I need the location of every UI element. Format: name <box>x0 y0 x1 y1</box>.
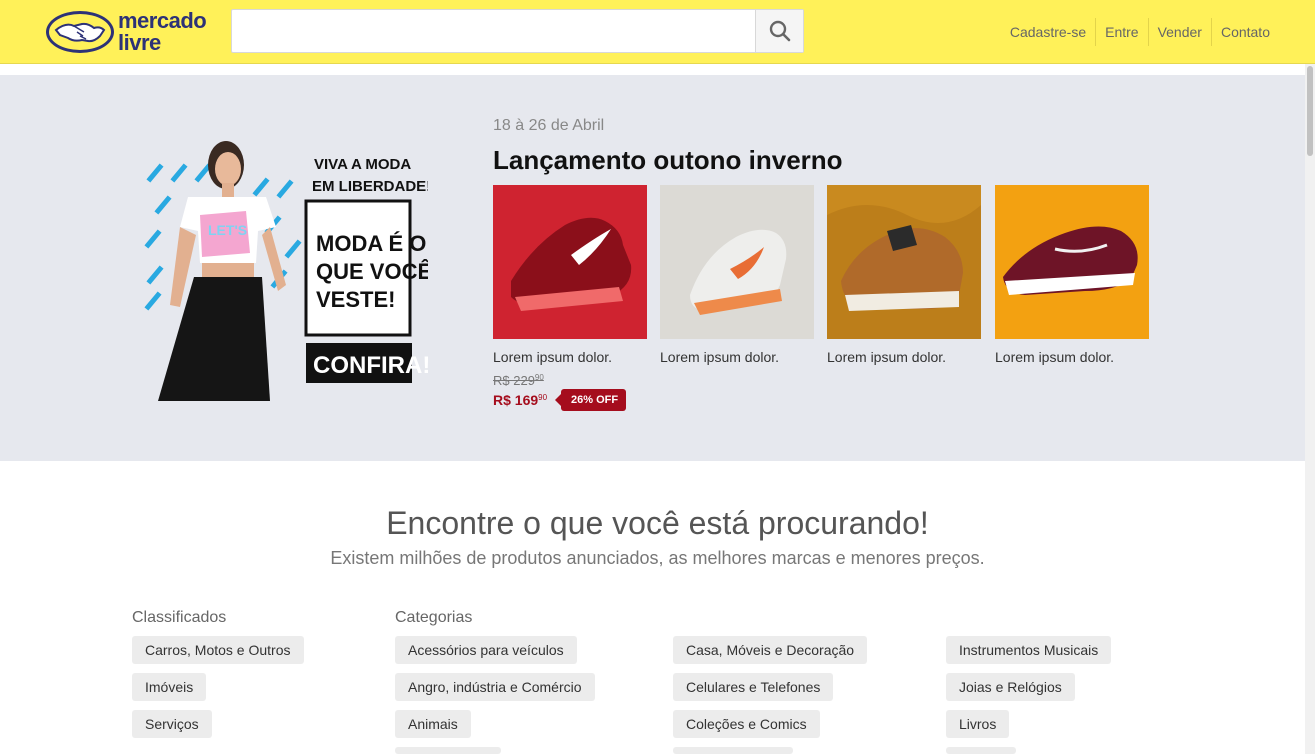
chip-instrumentos[interactable]: Instrumentos Musicais <box>946 636 1112 664</box>
nav-cadastre-se[interactable]: Cadastre-se <box>1001 18 1095 46</box>
promo-title: Lançamento outono inverno <box>493 145 843 175</box>
promo-date: 18 à 26 de Abril <box>493 117 605 134</box>
search-icon <box>769 20 790 42</box>
product-name: Lorem ipsum dolor. <box>660 349 780 365</box>
classificados-title: Classificados <box>132 609 227 626</box>
banner-cta: CONFIRA! <box>313 352 428 379</box>
banner-box-line3: VESTE! <box>316 287 395 312</box>
product-image[interactable] <box>493 185 647 339</box>
product-name: Lorem ipsum dolor. <box>995 349 1115 365</box>
svg-text:LET'S: LET'S <box>208 222 247 238</box>
product-name: Lorem ipsum dolor. <box>493 349 613 365</box>
chip-partial <box>673 747 793 754</box>
product-card[interactable]: Lorem ipsum dolor. <box>827 185 981 365</box>
product-image[interactable] <box>660 185 814 339</box>
section-subtitle: Existem milhões de produtos anunciados, … <box>330 548 985 568</box>
chip-joias[interactable]: Joias e Relógios <box>946 673 1075 701</box>
chip-celulares[interactable]: Celulares e Telefones <box>673 673 834 701</box>
product-name: Lorem ipsum dolor. <box>827 349 947 365</box>
banner-box-line2: QUE VOCÊ <box>316 259 428 284</box>
section-title: Encontre o que você está procurando! <box>386 505 929 541</box>
chip-casa-moveis[interactable]: Casa, Móveis e Decoração <box>673 636 868 664</box>
discount-badge: 26% OFF <box>554 389 627 411</box>
nav-contato[interactable]: Contato <box>1210 18 1279 46</box>
chip-servicos[interactable]: Serviços <box>132 710 212 738</box>
hero-section: LET'S VIVA A MODA EM LIBERDADE! MODA É O… <box>0 75 1305 461</box>
chip-animais[interactable]: Animais <box>395 710 471 738</box>
categorias-title: Categorias <box>395 609 473 626</box>
old-price: R$ 22990 <box>493 373 544 388</box>
chip-partial <box>946 747 1016 754</box>
banner-line1: VIVA A MODA <box>314 156 411 173</box>
handshake-icon <box>46 11 114 53</box>
product-image[interactable] <box>827 185 981 339</box>
product-image[interactable] <box>995 185 1149 339</box>
product-card[interactable]: Lorem ipsum dolor. <box>995 185 1149 365</box>
chip-colecoes[interactable]: Coleções e Comics <box>673 710 820 738</box>
chip-acessorios-veiculos[interactable]: Acessórios para veículos <box>395 636 577 664</box>
banner-line2: EM LIBERDADE! <box>312 178 428 195</box>
search-input[interactable] <box>232 10 756 52</box>
scrollbar[interactable] <box>1305 64 1315 754</box>
top-nav: Cadastre-se Entre Vender Contato <box>1001 18 1279 46</box>
chip-partial <box>395 747 501 754</box>
chip-agro-industria[interactable]: Angro, indústria e Comércio <box>395 673 595 701</box>
logo-text: mercado livre <box>118 8 207 55</box>
product-card[interactable]: Lorem ipsum dolor. <box>660 185 814 365</box>
scrollbar-thumb[interactable] <box>1307 66 1313 156</box>
chip-carros-motos[interactable]: Carros, Motos e Outros <box>132 636 304 664</box>
chip-livros[interactable]: Livros <box>946 710 1010 738</box>
chip-imoveis[interactable]: Imóveis <box>132 673 207 701</box>
nav-vender[interactable]: Vender <box>1147 18 1211 46</box>
search-box <box>231 9 804 53</box>
banner-box-line1: MODA É O <box>316 231 426 256</box>
search-button[interactable] <box>755 10 803 52</box>
header: mercado livre Cadastre-se Entre Vender C… <box>0 0 1315 64</box>
product-card[interactable]: Lorem ipsum dolor. <box>493 185 647 365</box>
nav-entre[interactable]: Entre <box>1095 18 1147 46</box>
mercado-livre-logo[interactable]: mercado livre <box>44 8 224 56</box>
fashion-banner[interactable]: LET'S VIVA A MODA EM LIBERDADE! MODA É O… <box>138 135 428 401</box>
sale-price: R$ 16990 <box>493 392 548 408</box>
